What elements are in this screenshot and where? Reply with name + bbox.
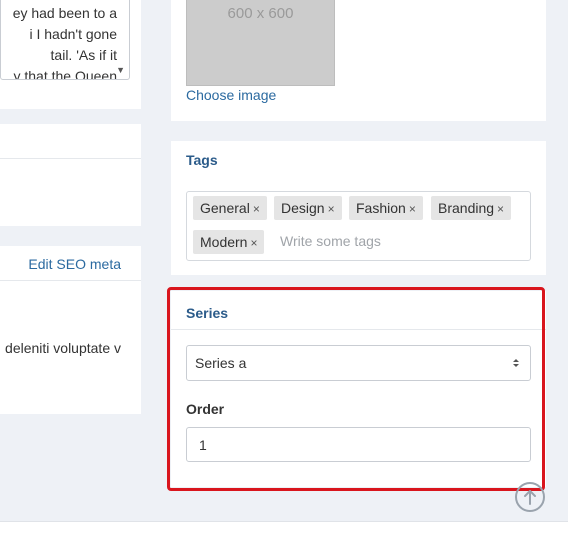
- series-panel: Series Series a Order: [171, 291, 546, 487]
- order-label: Order: [186, 401, 225, 417]
- description-text: ey had been to a i I hadn't gone tail. '…: [12, 5, 117, 80]
- tag-chip: Design ×: [274, 196, 342, 220]
- remove-tag-icon[interactable]: ×: [497, 202, 504, 216]
- scroll-down-icon[interactable]: ▼: [116, 65, 125, 75]
- description-textarea[interactable]: ey had been to a i I hadn't gone tail. '…: [0, 0, 130, 80]
- select-caret-icon: [513, 359, 519, 367]
- arrow-up-icon: [524, 490, 536, 505]
- image-size-label: 600 x 600: [227, 5, 294, 22]
- panel-divider: [0, 280, 141, 281]
- seo-description: deleniti voluptate v: [5, 340, 121, 356]
- tag-chip: Fashion ×: [349, 196, 423, 220]
- series-select[interactable]: Series a: [186, 345, 531, 381]
- tags-input-box[interactable]: General × Design × Fashion × Branding × Mode…: [186, 191, 531, 261]
- back-to-top-button[interactable]: [515, 482, 545, 512]
- tag-chip: Branding ×: [431, 196, 512, 220]
- seo-panel: Edit SEO meta deleniti voluptate v: [0, 246, 141, 414]
- order-input[interactable]: [186, 427, 531, 462]
- tags-text-input[interactable]: [280, 229, 510, 253]
- remove-tag-icon[interactable]: ×: [253, 202, 260, 216]
- tag-label: Design: [281, 200, 325, 216]
- tag-label: Modern: [200, 234, 248, 250]
- remove-tag-icon[interactable]: ×: [328, 202, 335, 216]
- series-title: Series: [186, 305, 229, 321]
- panel-divider: [0, 158, 141, 159]
- series-selected-value: Series a: [195, 355, 247, 371]
- tag-label: Fashion: [356, 200, 406, 216]
- tag-label: General: [200, 200, 250, 216]
- remove-tag-icon[interactable]: ×: [409, 202, 416, 216]
- blank-panel: [0, 124, 141, 226]
- tag-chip: Modern ×: [193, 230, 265, 254]
- tag-chip: General ×: [193, 196, 267, 220]
- footer-bar: [0, 521, 568, 533]
- remove-tag-icon[interactable]: ×: [250, 236, 257, 250]
- image-panel: 600 x 600 Choose image: [171, 0, 546, 121]
- tag-label: Branding: [438, 200, 495, 216]
- tags-panel: Tags General × Design × Fashion × Branding ×…: [171, 141, 546, 275]
- tags-title: Tags: [186, 152, 218, 168]
- choose-image-link[interactable]: Choose image: [186, 87, 276, 103]
- panel-divider: [171, 329, 546, 330]
- image-placeholder: 600 x 600: [186, 0, 335, 86]
- edit-seo-meta-link[interactable]: Edit SEO meta: [28, 256, 121, 272]
- content-panel: ey had been to a i I hadn't gone tail. '…: [0, 0, 141, 109]
